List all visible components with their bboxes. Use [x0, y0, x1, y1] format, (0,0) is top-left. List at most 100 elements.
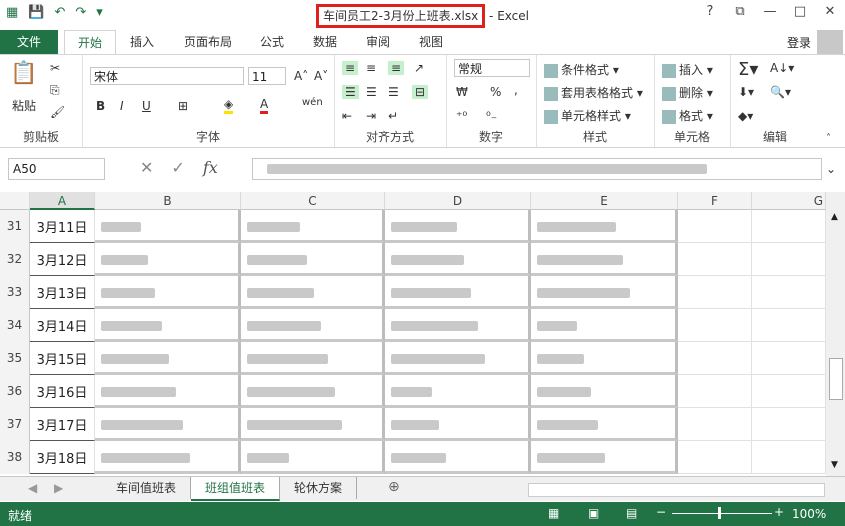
- horizontal-scrollbar[interactable]: [528, 483, 825, 497]
- table-cell[interactable]: [752, 243, 826, 276]
- delete-cells-button[interactable]: 删除 ▾: [662, 84, 713, 101]
- autosum-icon[interactable]: Σ▾: [738, 59, 758, 80]
- fill-color-icon[interactable]: ◈: [224, 97, 234, 114]
- zoom-slider[interactable]: [672, 513, 772, 514]
- date-cell[interactable]: 3月15日: [30, 342, 95, 375]
- row-header[interactable]: 34: [0, 309, 30, 342]
- table-cell[interactable]: [241, 276, 385, 309]
- table-cell[interactable]: [678, 309, 752, 342]
- align-bottom-icon[interactable]: ≡: [388, 61, 405, 75]
- table-cell[interactable]: [95, 375, 241, 408]
- column-header-a[interactable]: A: [30, 192, 95, 210]
- table-cell[interactable]: [678, 243, 752, 276]
- table-cell[interactable]: [385, 375, 531, 408]
- table-cell[interactable]: [95, 210, 241, 243]
- row-header[interactable]: 36: [0, 375, 30, 408]
- percent-button[interactable]: %: [490, 85, 501, 99]
- italic-button[interactable]: I: [120, 99, 124, 113]
- date-cell[interactable]: 3月16日: [30, 375, 95, 408]
- table-cell[interactable]: [531, 309, 678, 342]
- date-cell[interactable]: 3月18日: [30, 441, 95, 474]
- align-center-icon[interactable]: ☰: [366, 85, 377, 99]
- date-cell[interactable]: 3月11日: [30, 210, 95, 243]
- tab-data[interactable]: 数据: [305, 30, 345, 54]
- expand-formula-bar-icon[interactable]: ⌄: [826, 162, 836, 176]
- table-cell[interactable]: [678, 441, 752, 474]
- row-header[interactable]: 38: [0, 441, 30, 474]
- date-cell[interactable]: 3月12日: [30, 243, 95, 276]
- new-sheet-icon[interactable]: ⊕: [388, 479, 400, 495]
- font-color-button[interactable]: A: [260, 97, 269, 114]
- comma-button[interactable]: ,: [514, 83, 518, 97]
- table-cell[interactable]: [752, 210, 826, 243]
- maximize-button[interactable]: □: [785, 4, 815, 19]
- number-format-select[interactable]: 常规: [454, 59, 530, 77]
- tab-view[interactable]: 视图: [411, 30, 451, 54]
- cell-styles-button[interactable]: 单元格样式 ▾: [544, 107, 631, 124]
- clear-icon[interactable]: ◆▾: [738, 109, 753, 123]
- table-cell[interactable]: [385, 243, 531, 276]
- underline-button[interactable]: U: [142, 99, 151, 113]
- wrap-text-icon[interactable]: ↵: [388, 109, 398, 123]
- table-cell[interactable]: [752, 309, 826, 342]
- row-header[interactable]: 33: [0, 276, 30, 309]
- date-cell[interactable]: 3月13日: [30, 276, 95, 309]
- table-cell[interactable]: [241, 375, 385, 408]
- table-cell[interactable]: [678, 408, 752, 441]
- zoom-out-icon[interactable]: −: [656, 505, 666, 519]
- table-cell[interactable]: [531, 408, 678, 441]
- close-button[interactable]: ✕: [815, 4, 845, 19]
- sheet-tab-2[interactable]: 班组值班表: [191, 477, 280, 501]
- vertical-scrollbar[interactable]: ▲ ▼: [826, 192, 845, 476]
- table-cell[interactable]: [752, 342, 826, 375]
- decrease-indent-icon[interactable]: ⇤: [342, 109, 352, 123]
- table-cell[interactable]: [241, 441, 385, 474]
- column-header-g[interactable]: G: [752, 192, 826, 210]
- font-name-select[interactable]: 宋体: [90, 67, 244, 85]
- minimize-button[interactable]: —: [755, 4, 785, 19]
- table-cell[interactable]: [95, 441, 241, 474]
- vertical-scroll-thumb[interactable]: [829, 358, 843, 400]
- cut-icon[interactable]: ✂: [50, 61, 60, 75]
- increase-indent-icon[interactable]: ⇥: [366, 109, 376, 123]
- merge-center-icon[interactable]: ⊟: [412, 85, 429, 99]
- zoom-level[interactable]: 100%: [792, 507, 826, 521]
- table-cell[interactable]: [241, 408, 385, 441]
- name-box[interactable]: A50: [8, 158, 105, 180]
- align-right-icon[interactable]: ☰: [388, 85, 399, 99]
- table-cell[interactable]: [241, 210, 385, 243]
- table-cell[interactable]: [95, 243, 241, 276]
- table-cell[interactable]: [678, 342, 752, 375]
- table-cell[interactable]: [385, 276, 531, 309]
- tab-home[interactable]: 开始: [64, 30, 116, 55]
- table-cell[interactable]: [678, 210, 752, 243]
- tab-review[interactable]: 审阅: [358, 30, 398, 54]
- find-select-icon[interactable]: 🔍▾: [770, 85, 791, 99]
- table-cell[interactable]: [752, 441, 826, 474]
- sign-in-link[interactable]: 登录: [787, 34, 811, 51]
- currency-icon[interactable]: ₩: [456, 85, 468, 99]
- table-cell[interactable]: [752, 276, 826, 309]
- page-break-view-icon[interactable]: ▤: [626, 506, 637, 520]
- tab-file[interactable]: 文件: [0, 30, 58, 54]
- enter-icon[interactable]: ✓: [171, 158, 184, 177]
- formula-input[interactable]: [252, 158, 822, 180]
- column-header-d[interactable]: D: [385, 192, 531, 210]
- select-all-corner[interactable]: [0, 192, 30, 210]
- paste-button[interactable]: 粘贴: [12, 97, 36, 114]
- cancel-icon[interactable]: ✕: [140, 158, 153, 177]
- paste-icon[interactable]: 📋: [10, 61, 37, 86]
- fill-icon[interactable]: ⬇▾: [738, 85, 754, 99]
- tab-page-layout[interactable]: 页面布局: [176, 30, 240, 54]
- table-cell[interactable]: [752, 408, 826, 441]
- phonetic-button[interactable]: wén: [302, 97, 323, 108]
- table-cell[interactable]: [531, 276, 678, 309]
- table-cell[interactable]: [241, 243, 385, 276]
- prev-sheet-icon[interactable]: ◀: [28, 481, 37, 495]
- grow-font-icon[interactable]: A˄: [294, 69, 308, 83]
- sheet-tab-3[interactable]: 轮休方案: [280, 477, 357, 499]
- decrease-decimal-icon[interactable]: ⁰₋: [486, 109, 497, 123]
- increase-decimal-icon[interactable]: ⁺⁰: [456, 109, 467, 123]
- table-cell[interactable]: [531, 342, 678, 375]
- scroll-down-icon[interactable]: ▼: [831, 460, 838, 470]
